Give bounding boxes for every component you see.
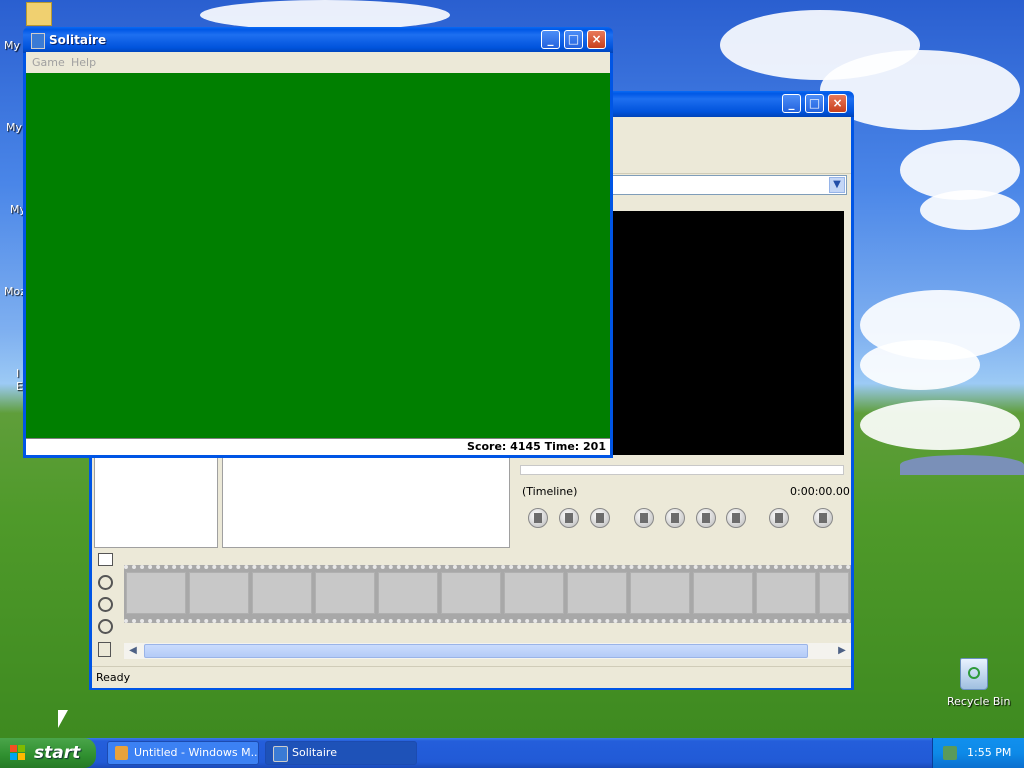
system-tray: 1:55 PM (932, 738, 1024, 768)
storyboard-cell[interactable] (567, 572, 627, 614)
narrate-icon[interactable] (98, 619, 113, 634)
solitaire-titlebar[interactable]: Solitaire _ □ × (23, 27, 613, 53)
menu-help[interactable]: Help (71, 56, 96, 69)
preview-monitor (612, 211, 844, 455)
cloud (920, 190, 1020, 230)
window-title: Solitaire (49, 33, 107, 47)
seek-bar[interactable] (520, 465, 844, 475)
tasks-pane (94, 457, 218, 548)
play-button[interactable] (528, 508, 548, 528)
recycle-arrows-icon (968, 667, 980, 679)
pause-button[interactable] (559, 508, 579, 528)
menu-bar: Game Help (26, 52, 610, 72)
zoom-in-icon[interactable] (98, 575, 113, 590)
scroll-left-icon[interactable]: ◀ (126, 644, 140, 658)
close-button[interactable]: × (828, 94, 847, 113)
fullscreen-button[interactable] (769, 508, 789, 528)
status-text: Ready (96, 671, 131, 684)
collection-pane (222, 457, 510, 548)
next-button[interactable] (726, 508, 746, 528)
solitaire-window[interactable]: Solitaire _ □ × Game Help Score: 4145 Ti… (23, 27, 613, 458)
collection-dropdown[interactable]: ▼ (612, 175, 847, 195)
clock[interactable]: 1:55 PM (967, 746, 1011, 759)
storyboard-cell[interactable] (252, 572, 312, 614)
next-frame-button[interactable] (696, 508, 716, 528)
score-time-text: Score: 4145 Time: 201 (467, 440, 606, 453)
network-icon[interactable] (943, 746, 957, 760)
mouse-cursor (58, 710, 68, 728)
windows-logo-icon (10, 745, 26, 761)
time-readout: 0:00:00.00 (790, 485, 850, 498)
cloud (200, 0, 450, 30)
task-label: Solitaire (292, 746, 337, 759)
zoom-out-icon[interactable] (98, 597, 113, 612)
stop-button[interactable] (590, 508, 610, 528)
storyboard-cell[interactable] (315, 572, 375, 614)
distant-hill (900, 455, 1024, 475)
horizontal-scrollbar[interactable]: ◀ ▶ (124, 643, 851, 659)
close-button[interactable]: × (587, 30, 606, 49)
desktop-folder-icon[interactable] (26, 2, 52, 26)
minimize-button[interactable]: _ (782, 94, 801, 113)
storyboard-cell[interactable] (378, 572, 438, 614)
desktop-icon-label[interactable]: I (16, 367, 19, 380)
chevron-down-icon[interactable]: ▼ (829, 177, 845, 193)
start-button[interactable]: start (0, 738, 96, 768)
minimize-button[interactable]: _ (541, 30, 560, 49)
storyboard-cell[interactable] (630, 572, 690, 614)
timeline-icon[interactable] (98, 642, 111, 657)
storyboard-cell[interactable] (693, 572, 753, 614)
storyboard-cell[interactable] (756, 572, 816, 614)
maximize-button[interactable]: □ (564, 30, 583, 49)
score-bar: Score: 4145 Time: 201 (26, 438, 610, 455)
storyboard-cell[interactable] (126, 572, 186, 614)
moviemaker-icon (115, 746, 128, 760)
scroll-thumb[interactable] (144, 644, 808, 658)
cloud (860, 400, 1020, 450)
desktop-icon-label[interactable]: My (6, 121, 22, 134)
previous-button[interactable] (634, 508, 654, 528)
timeline-label: (Timeline) (522, 485, 578, 498)
split-button[interactable] (813, 508, 833, 528)
recycle-bin-label[interactable]: Recycle Bin (947, 695, 1010, 708)
maximize-button[interactable]: □ (805, 94, 824, 113)
storyboard-cell[interactable] (504, 572, 564, 614)
storyboard-cell[interactable] (819, 572, 849, 614)
task-moviemaker[interactable]: Untitled - Windows M... (107, 741, 259, 765)
taskbar: start Untitled - Windows M... Solitaire … (0, 738, 1024, 768)
recycle-bin-icon[interactable] (960, 658, 988, 690)
storyboard-cell[interactable] (189, 572, 249, 614)
task-solitaire[interactable]: Solitaire (265, 741, 417, 765)
solitaire-icon (273, 746, 288, 762)
cloud (860, 340, 980, 390)
menu-game[interactable]: Game (32, 56, 65, 69)
solitaire-app-icon (31, 33, 45, 49)
start-label: start (34, 743, 81, 763)
task-label: Untitled - Windows M... (134, 746, 259, 759)
desktop-icon-label[interactable]: E (16, 380, 23, 393)
storyboard-icon[interactable] (98, 553, 113, 566)
previous-frame-button[interactable] (665, 508, 685, 528)
storyboard-cell[interactable] (441, 572, 501, 614)
scroll-right-icon[interactable]: ▶ (835, 644, 849, 658)
game-felt[interactable] (26, 73, 610, 438)
status-bar: Ready (92, 666, 851, 688)
